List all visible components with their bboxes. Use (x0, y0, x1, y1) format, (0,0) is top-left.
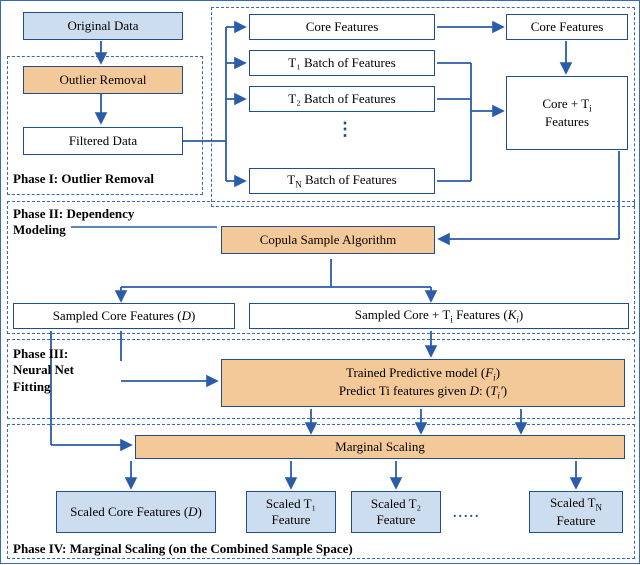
copula-box: Copula Sample Algorithm (221, 226, 435, 254)
sampled-core-box: Sampled Core Features (D) (13, 303, 235, 329)
trained-model-line2: Predict Ti features given D: (Ti′) (339, 383, 507, 401)
core-features-right-label: Core Features (531, 19, 604, 35)
t2-batch-label: T₂ Batch of Features (288, 91, 395, 107)
marginal-scaling-box: Marginal Scaling (135, 435, 625, 459)
scaled-t2-line1: Scaled T₂ (371, 496, 421, 512)
trained-model-line1: Trained Predictive model (Fi) (346, 365, 500, 383)
sampled-core-ti-box: Sampled Core + Ti Features (Ki) (249, 303, 629, 329)
core-features-right-box: Core Features (506, 14, 628, 40)
outlier-removal-label: Outlier Removal (59, 72, 146, 88)
scaled-core-box: Scaled Core Features (D) (56, 491, 216, 533)
t1-batch-box: T₁ Batch of Features (249, 50, 435, 76)
scaled-tn-box: Scaled TN Feature (529, 491, 623, 533)
sampled-core-label: Sampled Core Features (D) (53, 308, 196, 324)
phase4-label: Phase IV: Marginal Scaling (on the Combi… (13, 541, 353, 557)
scaled-t1-line1: Scaled T₁ (266, 496, 316, 512)
scaled-t1-line2: Feature (272, 512, 311, 528)
phase2-label: Phase II: Dependency Modeling (13, 206, 213, 239)
tn-batch-box: TN Batch of Features (249, 168, 435, 194)
core-ti-features-box: Core + Ti Features (506, 76, 628, 150)
core-ti-features-label: Core + Ti Features (542, 96, 591, 130)
core-features-top-box: Core Features (249, 14, 435, 40)
copula-label: Copula Sample Algorithm (260, 232, 397, 248)
tn-batch-label: TN Batch of Features (287, 172, 396, 190)
core-features-top-label: Core Features (306, 19, 379, 35)
phase3-label: Phase III: Neural Net Fitting (13, 346, 123, 395)
trained-model-box: Trained Predictive model (Fi) Predict Ti… (221, 359, 625, 407)
scaled-tn-line1: Scaled TN (550, 495, 602, 513)
outlier-removal-box: Outlier Removal (23, 66, 183, 94)
sampled-core-ti-label: Sampled Core + Ti Features (Ki) (355, 307, 523, 325)
original-data-label: Original Data (67, 18, 138, 34)
t1-batch-label: T₁ Batch of Features (288, 55, 395, 71)
scaled-core-label: Scaled Core Features (D) (70, 504, 202, 520)
filtered-data-box: Filtered Data (23, 127, 183, 155)
horizontal-dots: ..... (453, 506, 481, 522)
scaled-tn-line2: Feature (557, 513, 596, 529)
marginal-scaling-label: Marginal Scaling (335, 439, 425, 455)
scaled-t1-box: Scaled T₁ Feature (246, 491, 336, 533)
vertical-dots-1: ⋮ (336, 119, 356, 140)
scaled-t2-line2: Feature (377, 512, 416, 528)
original-data-box: Original Data (23, 12, 183, 40)
phase1-label: Phase I: Outlier Removal (13, 171, 154, 187)
t2-batch-box: T₂ Batch of Features (249, 86, 435, 112)
scaled-t2-box: Scaled T₂ Feature (351, 491, 441, 533)
filtered-data-label: Filtered Data (69, 133, 137, 149)
